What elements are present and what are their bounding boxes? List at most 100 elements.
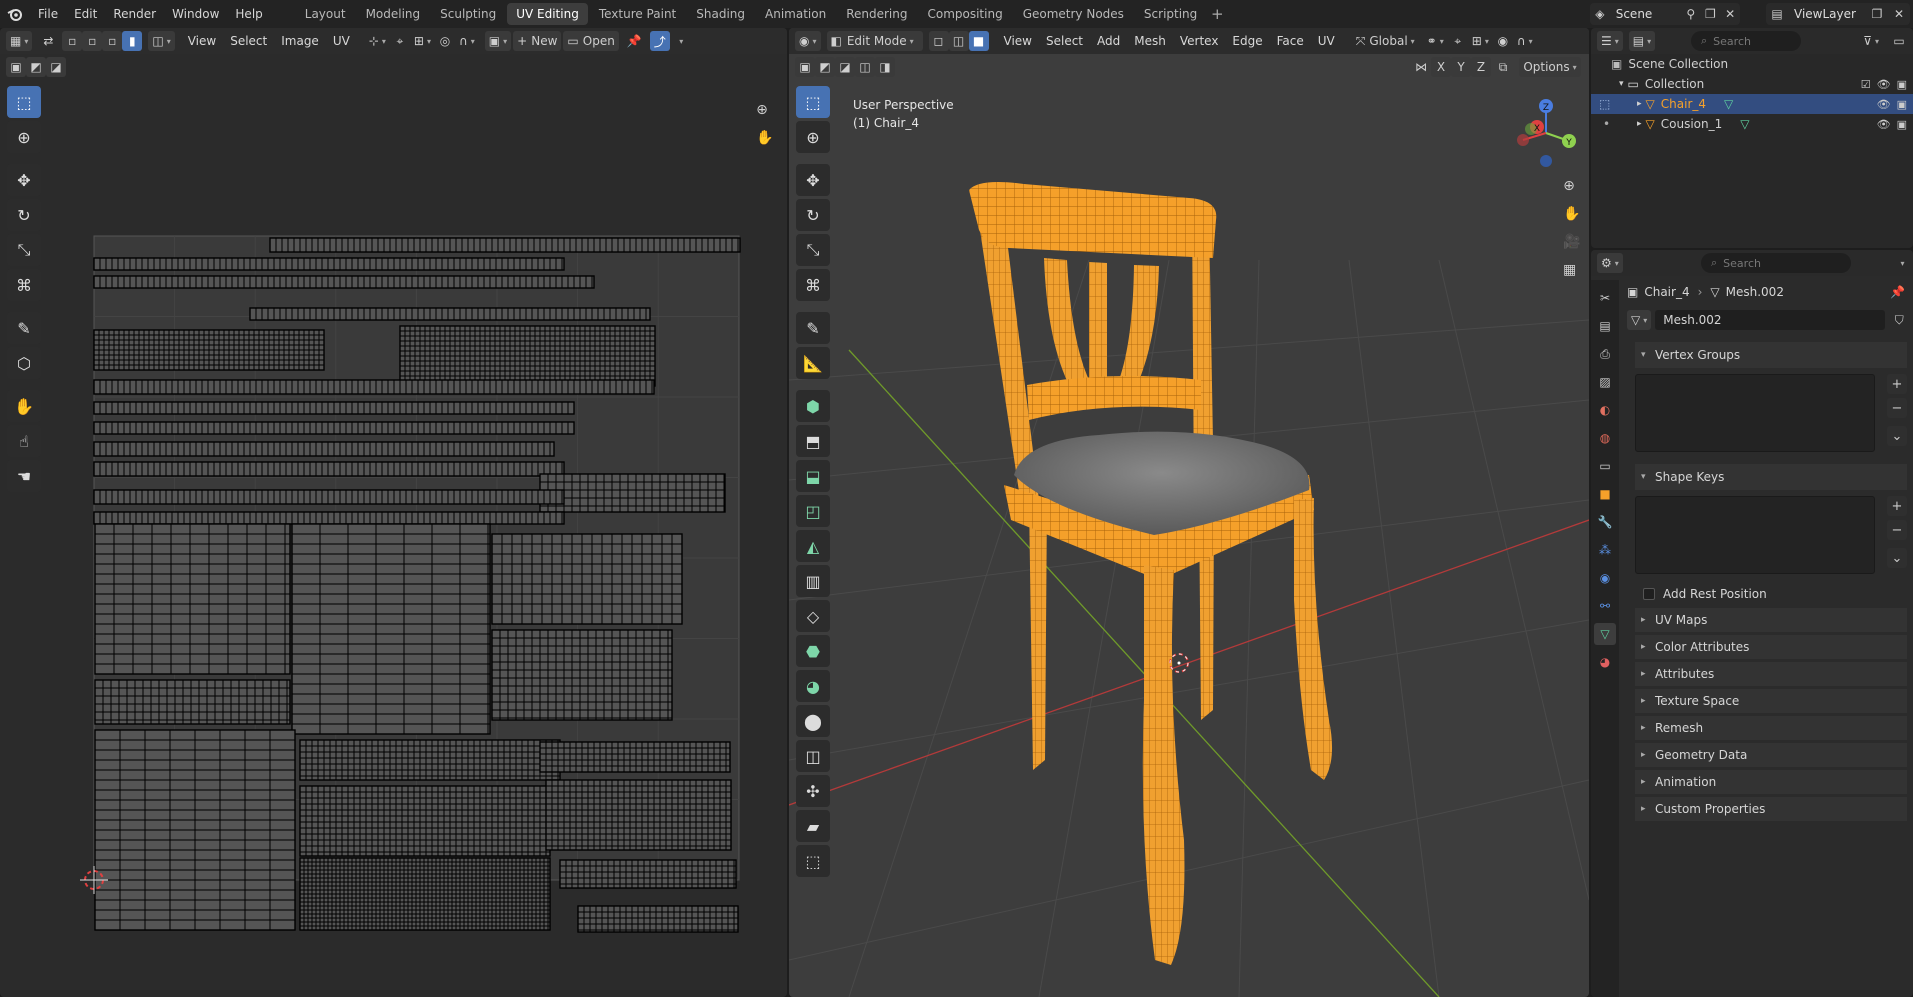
add-cube-icon[interactable]: ⬢ <box>796 390 830 422</box>
vp-menu-select[interactable]: Select <box>1039 31 1090 51</box>
uv-menu-select[interactable]: Select <box>223 31 274 51</box>
world-tab-icon[interactable]: ◍ <box>1594 427 1616 449</box>
filter-icon[interactable]: ⊽ ▾ <box>1859 31 1883 51</box>
chair-render-icon[interactable]: ▣ <box>1897 98 1907 111</box>
gizmo-toggle-icon[interactable]: ⤴ <box>649 31 670 51</box>
panel-animation[interactable]: ▸ Animation <box>1635 770 1907 794</box>
collection-render-icon[interactable]: ▣ <box>1897 78 1907 91</box>
fake-user-icon[interactable]: ⛉ <box>1889 310 1909 330</box>
proportional-falloff-icon[interactable]: ∩ ▾ <box>1513 31 1537 51</box>
panel-uv-maps[interactable]: ▸ UV Maps <box>1635 608 1907 632</box>
tab-scripting[interactable]: Scripting <box>1135 3 1206 25</box>
inset-faces-icon[interactable]: ◰ <box>796 495 830 527</box>
vp-annotate-icon[interactable]: ✎ <box>796 312 830 344</box>
tab-rendering[interactable]: Rendering <box>837 3 916 25</box>
tab-layout[interactable]: Layout <box>296 3 355 25</box>
snapping-icon[interactable]: ⌖ <box>1448 31 1468 51</box>
physics-tab-icon[interactable]: ◉ <box>1594 567 1616 589</box>
remove-shape-key-icon[interactable]: − <box>1887 520 1907 540</box>
mesh-name-field[interactable]: Mesh.002 <box>1655 310 1886 330</box>
particles-tab-icon[interactable]: ⁂ <box>1594 539 1616 561</box>
mirror-x-toggle[interactable]: X <box>1431 57 1451 77</box>
proportional-edit-icon[interactable]: ◎ <box>435 31 455 51</box>
scene-name[interactable]: Scene <box>1610 3 1681 25</box>
vp-menu-uv[interactable]: UV <box>1311 31 1342 51</box>
panel-attributes[interactable]: ▸ Attributes <box>1635 662 1907 686</box>
menu-render[interactable]: Render <box>105 0 164 28</box>
cousion-render-icon[interactable]: ▣ <box>1897 118 1907 131</box>
mirror-y-toggle[interactable]: Y <box>1451 57 1471 77</box>
vertex-select-icon[interactable]: ◻ <box>928 31 949 51</box>
ortho-toggle-icon[interactable]: ▦ <box>1559 260 1580 280</box>
add-workspace-button[interactable]: + <box>1207 5 1227 23</box>
vertex-groups-panel-header[interactable]: ▾ Vertex Groups <box>1635 342 1907 368</box>
falloff-icon[interactable]: ∩ ▾ <box>455 31 479 51</box>
collection-visibility-icon[interactable]: 👁 <box>1877 78 1891 91</box>
tab-texture-paint[interactable]: Texture Paint <box>590 3 685 25</box>
vp-cursor-icon[interactable]: ⊕ <box>796 121 830 153</box>
vp-menu-add[interactable]: Add <box>1090 31 1127 51</box>
properties-search-input[interactable]: ⌕ Search <box>1701 253 1851 273</box>
add-vertex-group-icon[interactable]: + <box>1887 374 1907 394</box>
tab-compositing[interactable]: Compositing <box>918 3 1011 25</box>
display-mode-dropdown[interactable]: ▤ ▾ <box>1628 31 1656 51</box>
snap-icon[interactable]: ⌖ <box>390 31 410 51</box>
snap-element-icon[interactable]: ⊞ ▾ <box>1468 31 1493 51</box>
open-image-button[interactable]: ▭ Open <box>563 31 619 51</box>
menu-edit[interactable]: Edit <box>66 0 105 28</box>
camera-view-icon[interactable]: 🎥 <box>1559 232 1584 252</box>
scene-tab-icon[interactable]: ◐ <box>1594 399 1616 421</box>
uv-menu-uv[interactable]: UV <box>326 31 357 51</box>
add-rest-position-checkbox[interactable] <box>1643 588 1655 600</box>
editor-type-button[interactable]: ▦ ▾ <box>6 31 33 51</box>
pivot-icon[interactable]: ⊹ ▾ <box>365 31 390 51</box>
outliner-item-chair-4[interactable]: ⬚ ▸ ▽ Chair_4 ▽ 👁 ▣ <box>1591 94 1913 114</box>
view-layer-selector[interactable]: ▤ ViewLayer ❐ ✕ <box>1766 3 1910 25</box>
vp-menu-mesh[interactable]: Mesh <box>1127 31 1173 51</box>
render-tab-icon[interactable]: ▤ <box>1594 315 1616 337</box>
shear-icon[interactable]: ▰ <box>796 810 830 842</box>
uv-sync-icon[interactable]: ⇄ <box>38 31 58 51</box>
edit-mode-indicator-icon[interactable]: ⬚ <box>1599 97 1610 111</box>
mesh-data-icon[interactable]: ▽ <box>1740 117 1749 131</box>
vertex-groups-list[interactable] <box>1635 374 1875 452</box>
select-mode-face-icon[interactable]: ▫ <box>102 31 123 51</box>
delete-view-layer-icon[interactable]: ✕ <box>1888 3 1910 25</box>
object-tab-icon[interactable]: ■ <box>1594 483 1616 505</box>
view-layer-tab-icon[interactable]: ▨ <box>1594 371 1616 393</box>
auto-merge-icon[interactable]: ⧉ <box>1493 57 1513 77</box>
chair-visibility-icon[interactable]: 👁 <box>1877 98 1891 111</box>
3d-viewport-canvas[interactable] <box>789 80 1589 997</box>
properties-options-icon[interactable]: ▾ <box>1891 253 1911 273</box>
add-rest-position-row[interactable]: Add Rest Position <box>1643 582 1913 606</box>
mesh-browse-dropdown[interactable]: ▽ ▾ <box>1627 310 1652 330</box>
face-select-icon[interactable]: ■ <box>968 31 989 51</box>
vp-zoom-icon[interactable]: ⊕ <box>1559 176 1579 196</box>
collection-checkbox-icon[interactable]: ☑ <box>1861 78 1871 91</box>
cousion-visibility-icon[interactable]: 👁 <box>1877 118 1891 131</box>
poly-build-icon[interactable]: ⬣ <box>796 635 830 667</box>
outliner-editor-type[interactable]: ☰ ▾ <box>1597 31 1623 51</box>
proportional-editing-icon[interactable]: ◉ <box>1493 31 1513 51</box>
extrude-manifold-icon[interactable]: ⬓ <box>796 460 830 492</box>
transform-orientation-dropdown[interactable]: ⤧ Global ▾ <box>1352 31 1419 51</box>
tab-modeling[interactable]: Modeling <box>357 3 430 25</box>
pin-icon[interactable]: ⚲ <box>1681 3 1701 25</box>
shape-key-specials-icon[interactable]: ⌄ <box>1887 548 1907 568</box>
image-browse-dropdown[interactable]: ▣ ▾ <box>484 31 512 51</box>
pin-image-icon[interactable]: 📌 <box>623 31 646 51</box>
menu-file[interactable]: File <box>30 0 66 28</box>
panel-custom-properties[interactable]: ▸ Custom Properties <box>1635 797 1907 821</box>
vp-select-subtract-icon[interactable]: ◪ <box>835 57 855 77</box>
select-mode-vertex-icon[interactable]: ▫ <box>62 31 83 51</box>
scene-collection-row[interactable]: ▣ Scene Collection <box>1591 54 1913 74</box>
panel-geometry-data[interactable]: ▸ Geometry Data <box>1635 743 1907 767</box>
modifier-tab-icon[interactable]: 🔧 <box>1594 511 1616 533</box>
sticky-select-dropdown[interactable]: ◫ ▾ <box>148 31 175 51</box>
panel-remesh[interactable]: ▸ Remesh <box>1635 716 1907 740</box>
new-image-button[interactable]: + New <box>513 31 562 51</box>
vp-select-intersect-icon[interactable]: ◨ <box>875 57 895 77</box>
constraints-tab-icon[interactable]: ⚯ <box>1594 595 1616 617</box>
vp-menu-view[interactable]: View <box>997 31 1039 51</box>
rip-region-icon[interactable]: ⬚ <box>796 845 830 877</box>
